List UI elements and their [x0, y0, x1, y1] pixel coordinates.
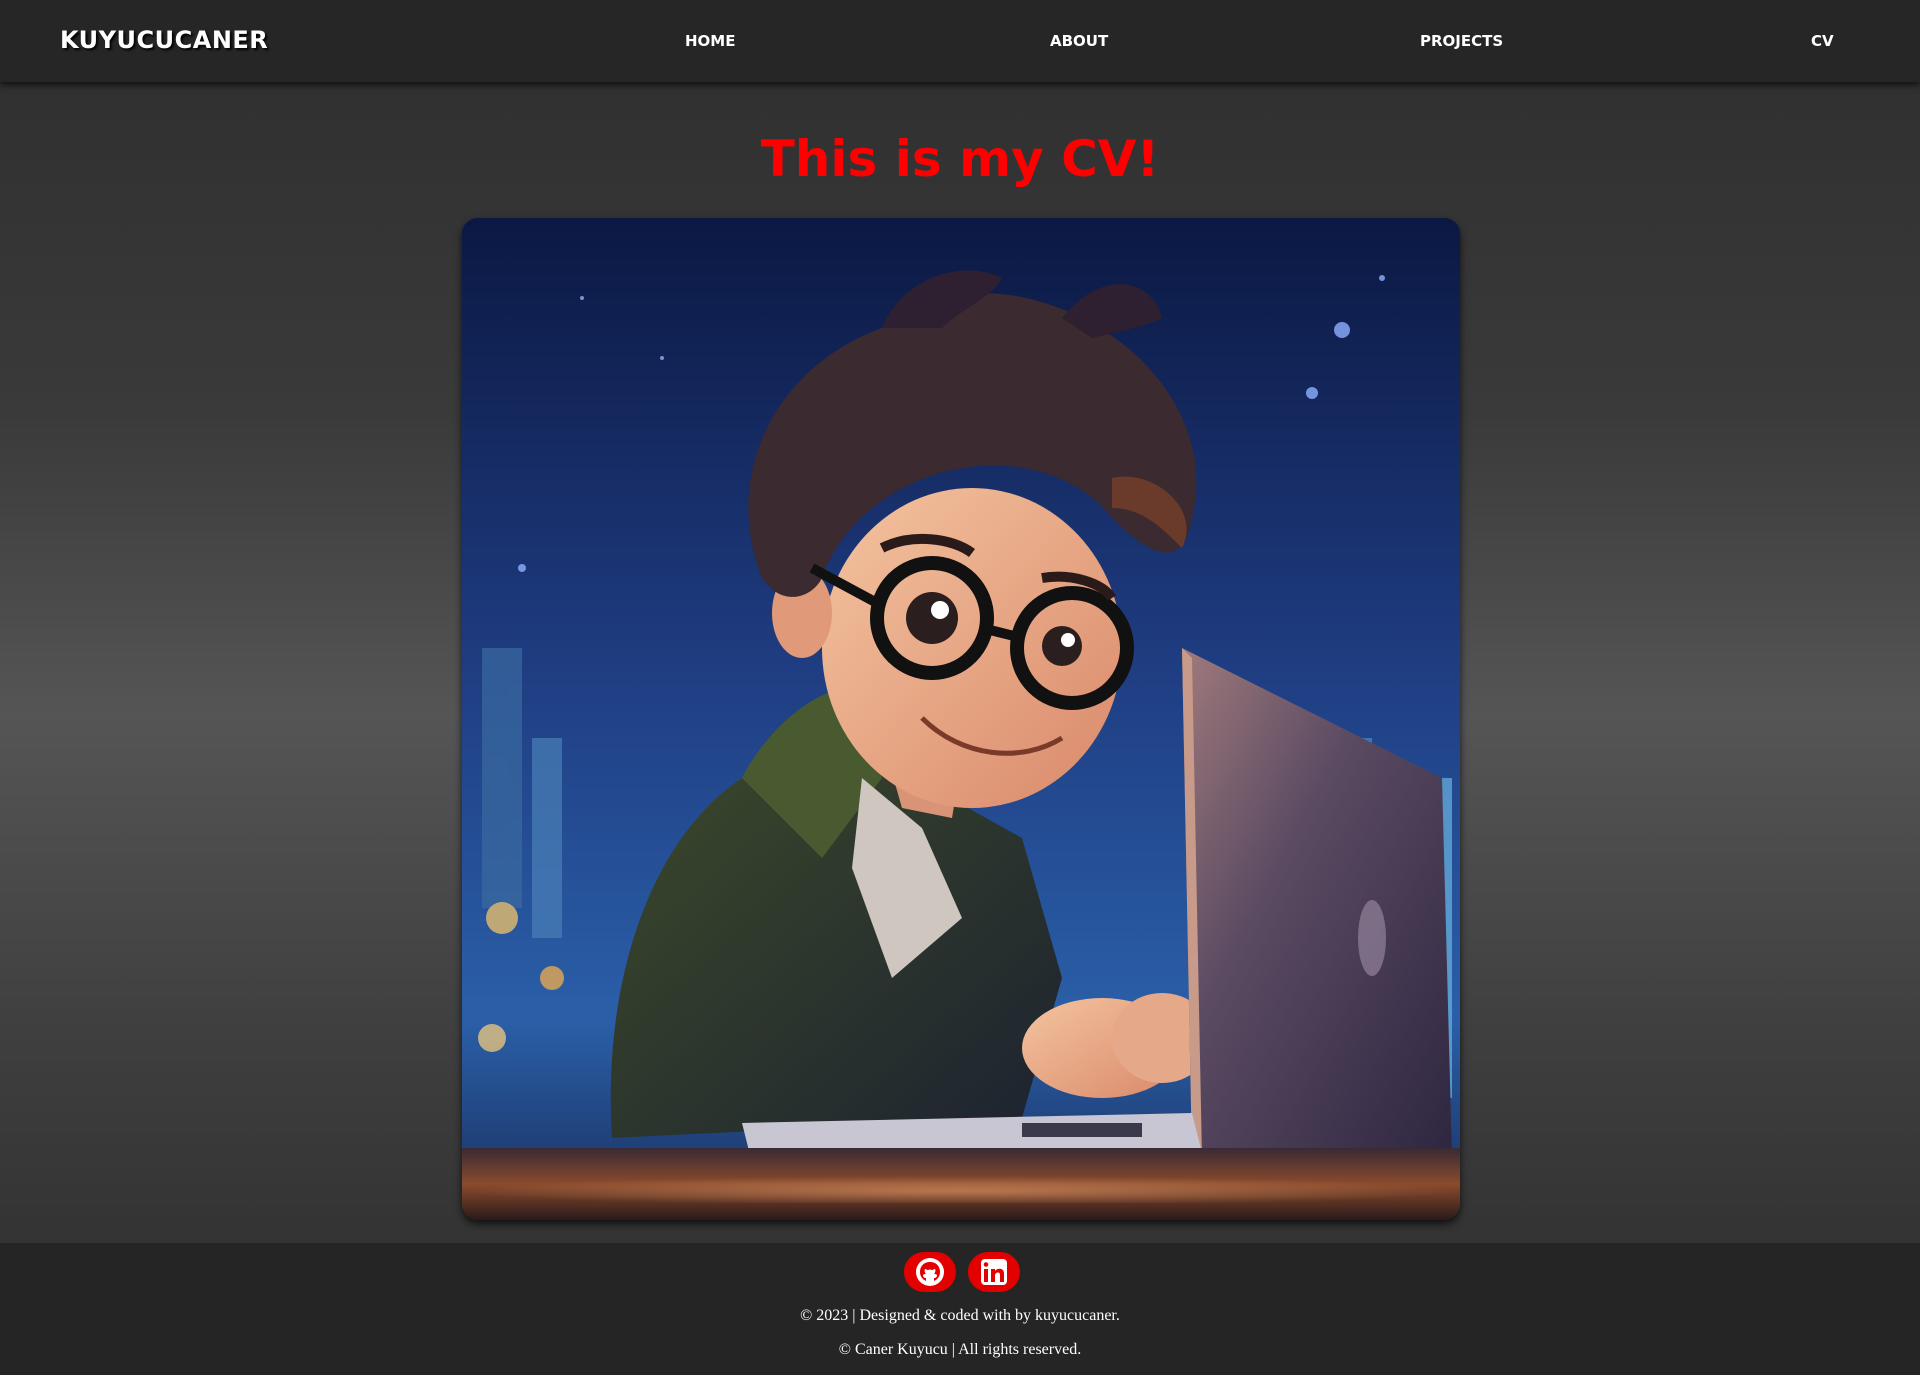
footer: © 2023 | Designed & coded with by kuyucu…	[0, 1243, 1920, 1375]
brand-logo[interactable]: KUYUCUCANER	[60, 26, 268, 54]
cv-illustration	[462, 218, 1460, 1220]
footer-copyright: © Caner Kuyucu | All rights reserved.	[838, 1341, 1082, 1358]
nav-projects-link[interactable]: PROJECTS	[1420, 32, 1503, 50]
top-navbar: KUYUCUCANER HOME ABOUT PROJECTS CV	[0, 0, 1920, 82]
nav-cv-link[interactable]: CV	[1811, 32, 1834, 50]
footer-credits: © 2023 | Designed & coded with by kuyucu…	[800, 1307, 1120, 1324]
nav-home-link[interactable]: HOME	[685, 32, 735, 50]
page-title: This is my CV!	[760, 130, 1160, 188]
nav-about-link[interactable]: ABOUT	[1050, 32, 1108, 50]
github-link[interactable]	[904, 1252, 956, 1292]
cartoon-boy-with-laptop-illustration	[462, 218, 1460, 1220]
linkedin-icon	[981, 1259, 1007, 1285]
linkedin-link[interactable]	[968, 1252, 1020, 1292]
github-icon	[916, 1258, 944, 1286]
